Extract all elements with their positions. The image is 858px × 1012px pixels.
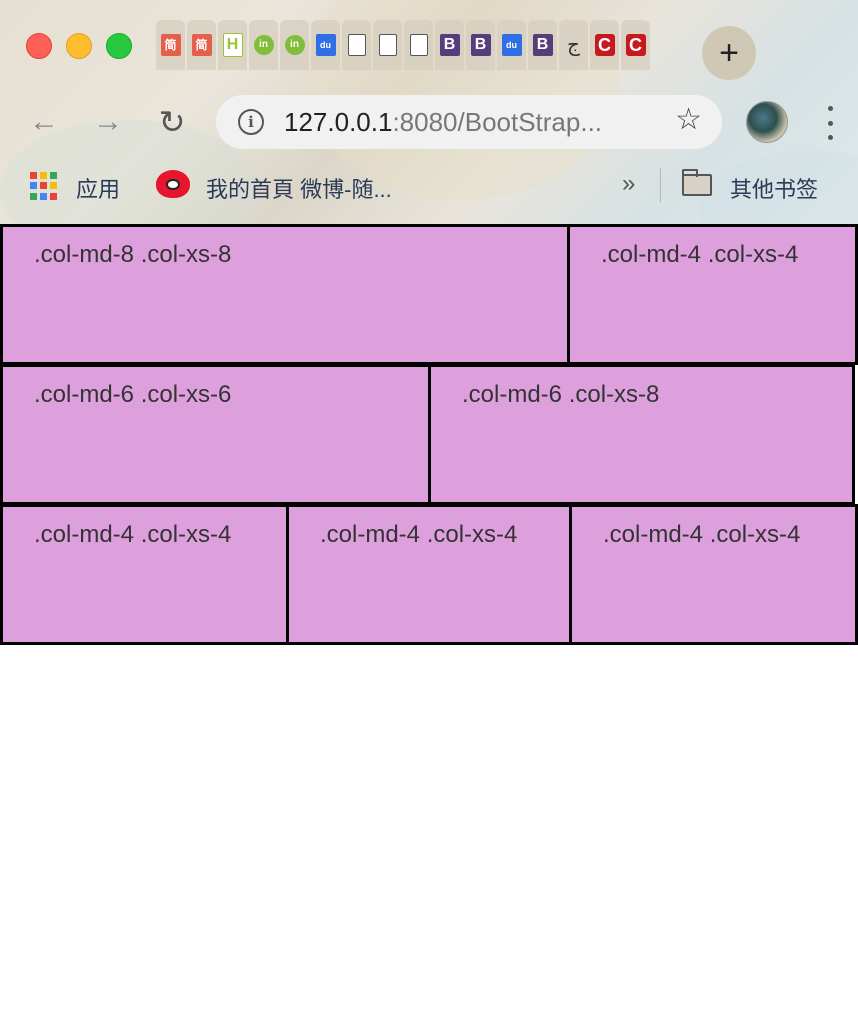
browser-tab[interactable]: C <box>621 20 650 70</box>
green-in-icon: in <box>284 35 305 55</box>
new-tab-button[interactable]: + <box>702 26 756 80</box>
forward-arrow-icon[interactable]: → <box>90 104 126 140</box>
document-icon <box>409 34 428 56</box>
back-arrow-icon[interactable]: ← <box>26 104 62 140</box>
bootstrap-b-icon: B <box>532 34 553 56</box>
url-host: 127.0.0.1 <box>284 106 393 137</box>
star-icon[interactable]: ☆ <box>675 105 702 135</box>
maximize-window-button[interactable] <box>106 33 132 59</box>
info-icon[interactable]: i <box>238 109 264 135</box>
csdn-c-icon: C <box>594 34 615 56</box>
document-icon <box>347 34 366 56</box>
grid-row: .col-md-8 .col-xs-8 .col-md-4 .col-xs-4 <box>0 224 858 365</box>
browser-chrome: 简 简 H in in du B B du B ج C C + ← → ↻ i … <box>0 0 858 224</box>
bookmarks-divider <box>660 168 661 202</box>
browser-tab[interactable]: C <box>590 20 619 70</box>
grid-row: .col-md-4 .col-xs-4 .col-md-4 .col-xs-4 … <box>0 504 858 645</box>
document-icon <box>378 34 397 56</box>
grid-cell: .col-md-6 .col-xs-6 <box>0 364 431 505</box>
avatar[interactable] <box>746 101 788 143</box>
baidu-du-icon: du <box>501 34 522 56</box>
grid-cell: .col-md-6 .col-xs-8 <box>428 364 855 505</box>
grid-cell: .col-md-4 .col-xs-4 <box>567 224 858 365</box>
browser-tab[interactable] <box>404 20 433 70</box>
browser-tab[interactable]: du <box>311 20 340 70</box>
apps-grid-icon[interactable] <box>30 172 58 200</box>
grid-cell: .col-md-4 .col-xs-4 <box>286 504 572 645</box>
bookmark-other[interactable]: 其他书签 <box>730 172 818 204</box>
green-in-icon: in <box>253 35 274 55</box>
bootstrap-b-icon: B <box>439 34 460 56</box>
browser-tab[interactable]: in <box>280 20 309 70</box>
grid-cell: .col-md-4 .col-xs-4 <box>0 504 289 645</box>
browser-tab[interactable]: B <box>435 20 464 70</box>
browser-tab[interactable]: H <box>218 20 247 70</box>
weibo-icon[interactable] <box>156 170 190 198</box>
folder-icon[interactable] <box>682 169 712 196</box>
page-content: .col-md-8 .col-xs-8 .col-md-4 .col-xs-4 … <box>0 224 858 645</box>
bookmark-weibo[interactable]: 我的首頁 微博-随... <box>206 172 392 204</box>
grid-cell: .col-md-4 .col-xs-4 <box>569 504 858 645</box>
browser-tab[interactable] <box>342 20 371 70</box>
more-menu-icon[interactable] <box>820 106 840 140</box>
address-bar[interactable]: i 127.0.0.1:8080/BootStrap... ☆ <box>216 95 722 149</box>
jianshu-icon: 简 <box>160 34 181 56</box>
browser-tab[interactable]: in <box>249 20 278 70</box>
url-text[interactable]: 127.0.0.1:8080/BootStrap... <box>284 107 602 138</box>
bookmark-apps[interactable]: 应用 <box>76 172 120 204</box>
tab-strip: 简 简 H in in du B B du B ج C C <box>156 20 650 70</box>
browser-tab[interactable]: 简 <box>156 20 185 70</box>
jianshu-icon: 简 <box>191 34 212 56</box>
browser-tab[interactable]: du <box>497 20 526 70</box>
baidu-du-icon: du <box>315 34 336 56</box>
html-h-icon: H <box>222 33 243 57</box>
grid-cell: .col-md-8 .col-xs-8 <box>0 224 570 365</box>
close-window-button[interactable] <box>26 33 52 59</box>
csdn-c-icon: C <box>625 34 646 56</box>
bookmarks-overflow-button[interactable]: » <box>622 170 635 198</box>
browser-tab[interactable]: ج <box>559 20 588 70</box>
hook-icon: ج <box>567 34 580 56</box>
browser-tab[interactable]: B <box>528 20 557 70</box>
browser-tab[interactable] <box>373 20 402 70</box>
bootstrap-b-icon: B <box>470 34 491 56</box>
reload-icon[interactable]: ↻ <box>154 104 190 140</box>
minimize-window-button[interactable] <box>66 33 92 59</box>
bookmarks-bar: 应用 我的首頁 微博-随... » 其他书签 <box>0 162 858 210</box>
url-path: :8080/BootStrap... <box>392 106 603 137</box>
browser-tab[interactable]: 简 <box>187 20 216 70</box>
grid-row: .col-md-6 .col-xs-6 .col-md-6 .col-xs-8 <box>0 364 858 505</box>
browser-tab[interactable]: B <box>466 20 495 70</box>
